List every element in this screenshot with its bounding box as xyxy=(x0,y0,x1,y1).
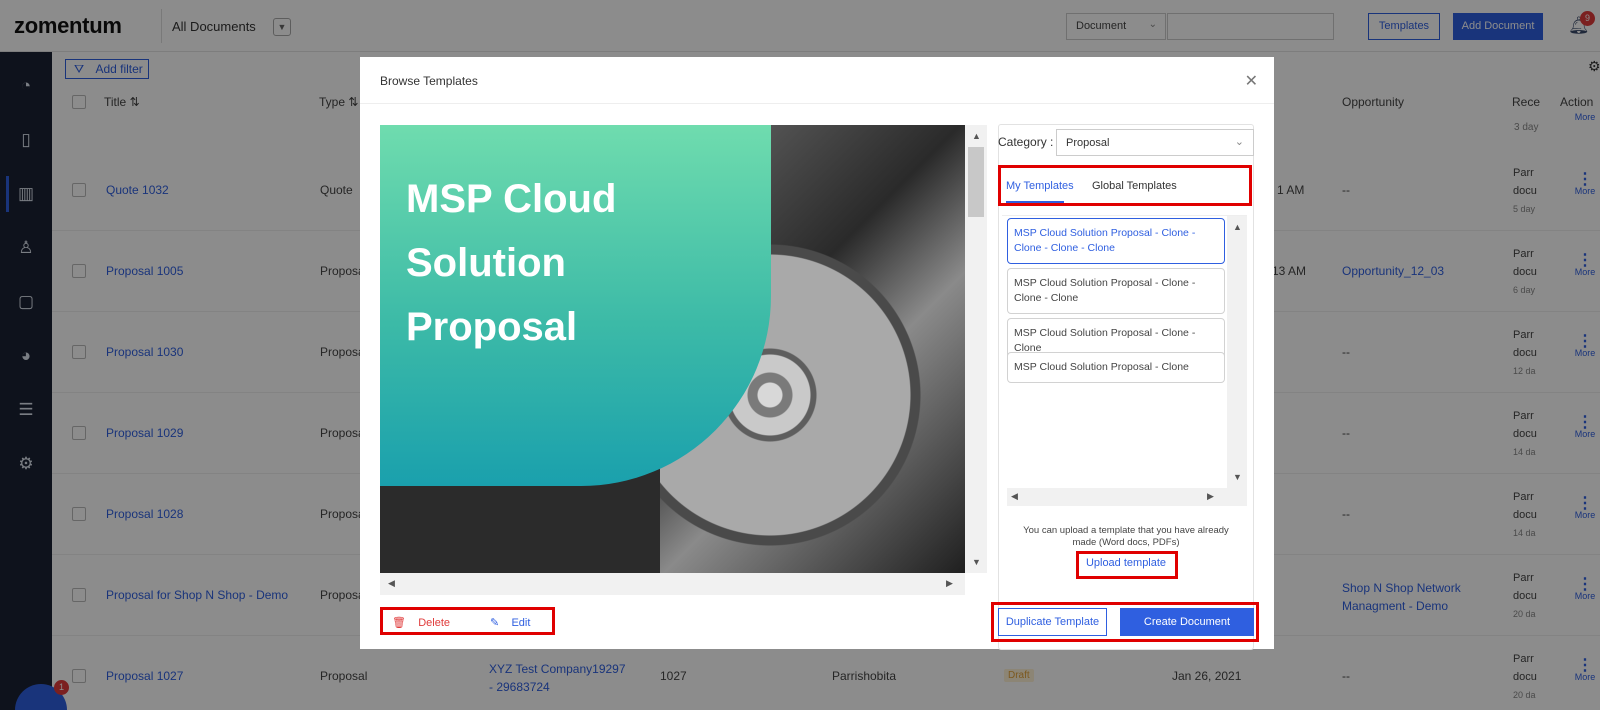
template-preview: MSP Cloud Solution Proposal xyxy=(380,125,965,573)
list-item[interactable]: MSP Cloud Solution Proposal - Clone - Cl… xyxy=(1007,218,1225,264)
list-horizontal-scrollbar[interactable]: ◀ ▶ xyxy=(1007,488,1247,506)
category-value: Proposal xyxy=(1066,137,1110,149)
scrollbar-thumb[interactable] xyxy=(968,147,984,217)
chevron-down-icon: ⌄ xyxy=(1234,136,1244,148)
list-vertical-scrollbar[interactable]: ▲ ▼ xyxy=(1227,216,1247,488)
preview-horizontal-scrollbar[interactable]: ◀ ▶ xyxy=(380,573,965,595)
scroll-down-icon: ▼ xyxy=(972,557,981,567)
highlight-tabs xyxy=(998,165,1252,206)
list-item[interactable]: MSP Cloud Solution Proposal - Clone - Cl… xyxy=(1007,268,1225,314)
category-label: Category : xyxy=(998,135,1054,149)
category-select[interactable]: Proposal ⌄ xyxy=(1056,129,1254,156)
upload-hint: You can upload a template that you have … xyxy=(1023,525,1229,548)
highlight-actions xyxy=(991,602,1259,642)
highlight-delete-edit xyxy=(380,607,555,635)
scroll-right-icon: ▶ xyxy=(1207,491,1214,501)
scroll-up-icon: ▲ xyxy=(972,131,981,141)
scroll-down-icon: ▼ xyxy=(1233,472,1242,482)
divider xyxy=(360,103,1274,104)
scroll-left-icon: ◀ xyxy=(388,578,395,588)
preview-title: MSP Cloud Solution Proposal xyxy=(406,177,617,349)
list-item[interactable]: MSP Cloud Solution Proposal - Clone xyxy=(1007,352,1225,383)
highlight-upload xyxy=(1076,551,1178,579)
modal-title: Browse Templates xyxy=(380,74,478,88)
scroll-left-icon: ◀ xyxy=(1011,491,1018,501)
scroll-right-icon: ▶ xyxy=(946,578,953,588)
template-list: MSP Cloud Solution Proposal - Clone - Cl… xyxy=(1002,215,1247,506)
browse-templates-modal: Browse Templates ✕ MSP Cloud Solution Pr… xyxy=(360,57,1274,650)
close-icon[interactable]: ✕ xyxy=(1245,71,1258,91)
preview-vertical-scrollbar[interactable]: ▲ ▼ xyxy=(965,125,987,573)
scroll-up-icon: ▲ xyxy=(1233,222,1242,232)
